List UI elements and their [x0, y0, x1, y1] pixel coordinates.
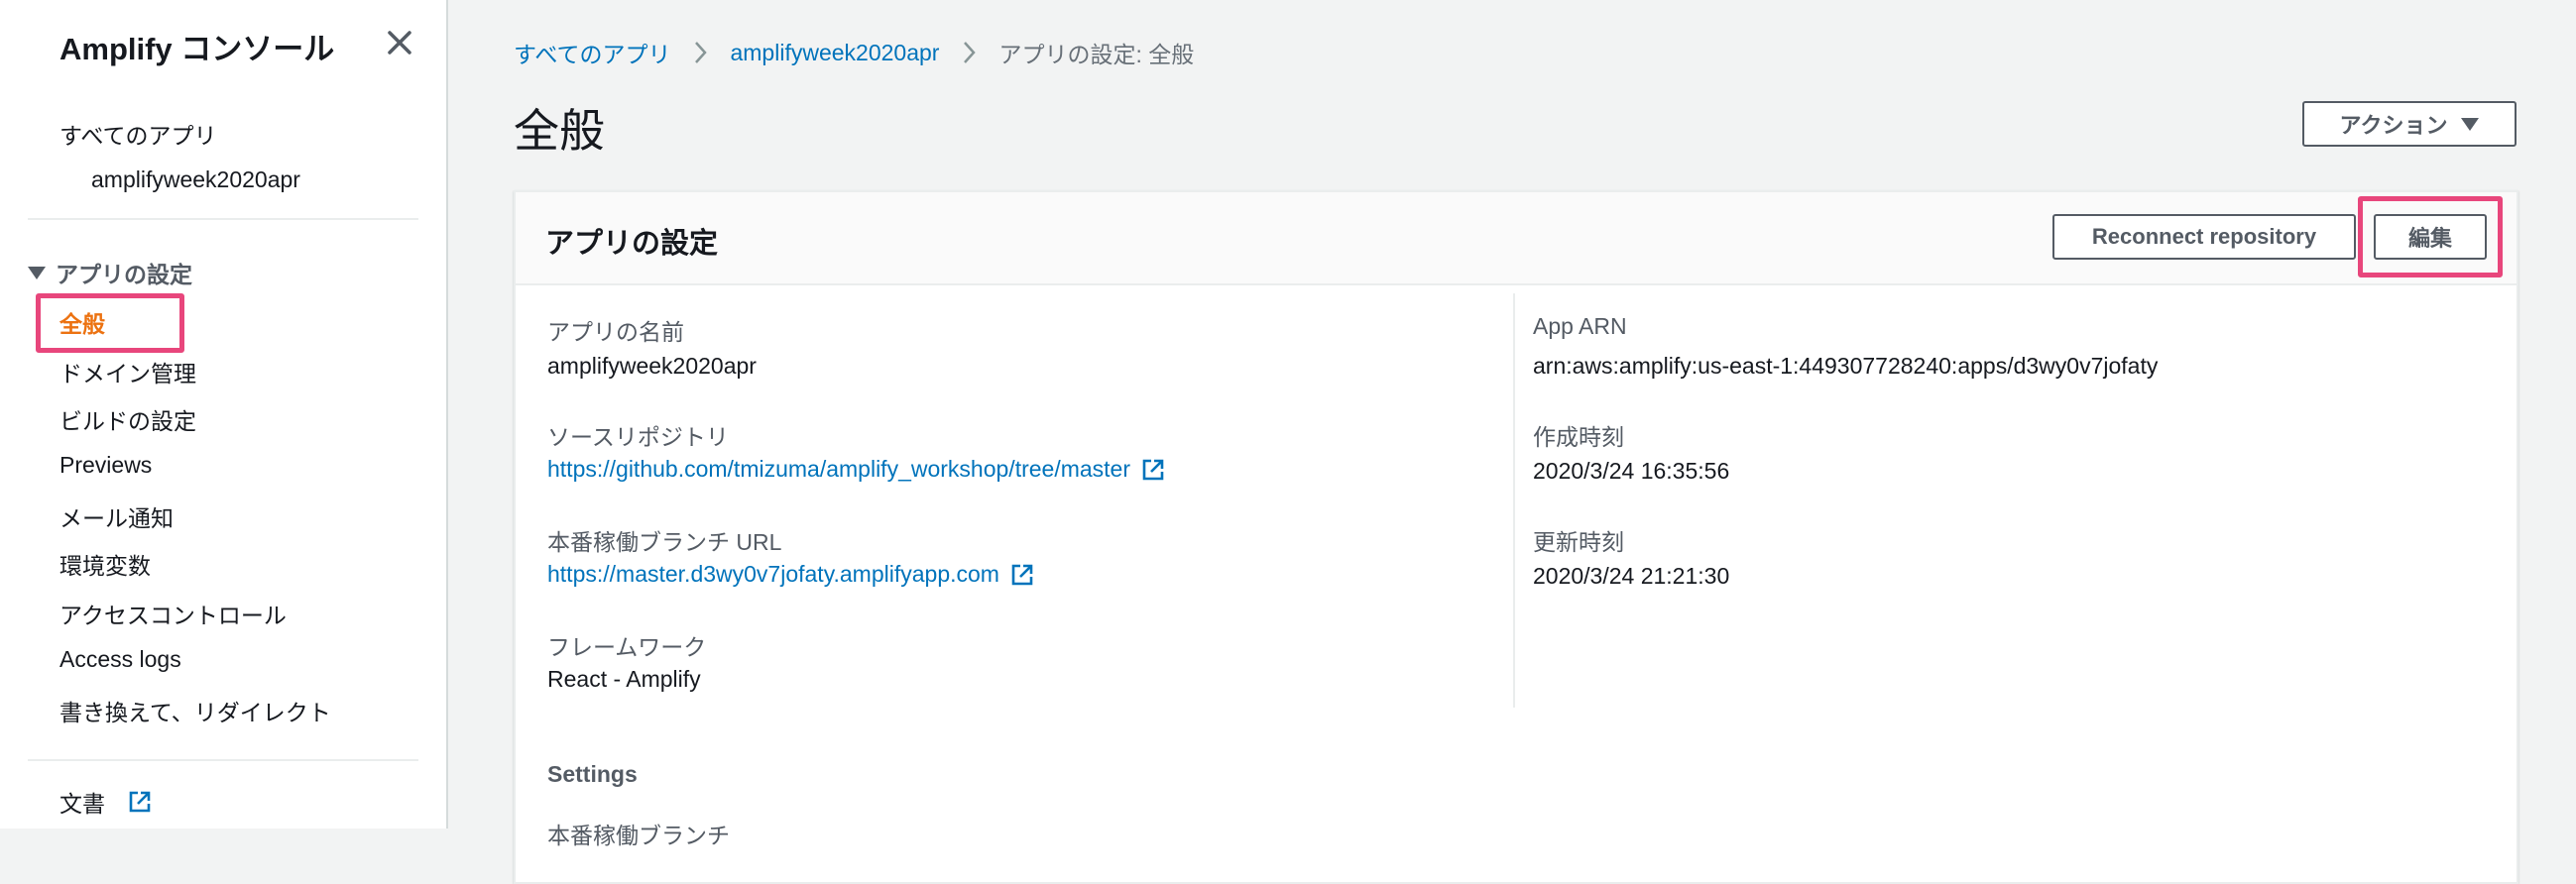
panel-header: アプリの設定 Reconnect repository 編集 — [516, 192, 2517, 285]
prod-url-link[interactable]: https://master.d3wy0v7jofaty.amplifyapp.… — [547, 561, 1035, 588]
sidebar-item-build[interactable]: ビルドの設定 — [59, 402, 196, 436]
highlight-box-edit — [2358, 196, 2503, 277]
column-divider — [1513, 293, 1515, 708]
settings-heading: Settings — [547, 761, 638, 787]
actions-dropdown-button[interactable]: アクション — [2302, 101, 2517, 147]
prod-url-label: 本番稼働ブランチ URL — [547, 529, 782, 555]
panel-title: アプリの設定 — [545, 228, 719, 260]
reconnect-repository-button[interactable]: Reconnect repository — [2052, 214, 2356, 260]
updated-label: 更新時刻 — [1533, 529, 1624, 555]
chevron-right-icon — [964, 42, 977, 63]
app-name-label: アプリの名前 — [547, 319, 684, 345]
app-settings-panel: アプリの設定 Reconnect repository 編集 アプリの名前 am… — [514, 190, 2518, 884]
sidebar-docs-label: 文書 — [59, 791, 105, 817]
sidebar-item-all-apps[interactable]: すべてのアプリ — [59, 117, 216, 151]
sidebar-item-env-vars[interactable]: 環境変数 — [59, 547, 151, 581]
page-title: 全般 — [514, 105, 605, 157]
chevron-right-icon — [695, 42, 708, 63]
framework-value: React - Amplify — [547, 666, 701, 692]
highlight-box-general — [36, 293, 184, 353]
close-icon[interactable] — [381, 24, 418, 61]
sidebar-item-previews[interactable]: Previews — [59, 452, 152, 479]
external-link-icon — [1011, 564, 1033, 585]
sidebar-divider — [28, 759, 418, 761]
caret-down-icon — [28, 266, 46, 279]
sidebar-item-access-control[interactable]: アクセスコントロール — [59, 597, 287, 630]
breadcrumb-current: アプリの設定: 全般 — [998, 42, 1195, 67]
sidebar-item-email[interactable]: メール通知 — [59, 499, 174, 533]
sidebar-item-domain[interactable]: ドメイン管理 — [59, 355, 196, 388]
repo-link[interactable]: https://github.com/tmizuma/amplify_works… — [547, 456, 1166, 483]
breadcrumb: すべてのアプリ amplifyweek2020apr アプリの設定: 全般 — [514, 36, 1194, 69]
caret-down-icon — [2461, 117, 2480, 131]
repo-label: ソースリポジトリ — [547, 424, 729, 450]
actions-button-label: アクション — [2339, 113, 2448, 138]
external-link-icon — [129, 791, 151, 813]
sidebar: Amplify コンソール すべてのアプリ amplifyweek2020apr… — [0, 0, 448, 829]
repo-link-text: https://github.com/tmizuma/amplify_works… — [547, 456, 1131, 482]
sidebar-title: Amplify コンソール — [59, 32, 335, 66]
framework-label: フレームワーク — [547, 634, 707, 660]
external-link-icon — [1142, 459, 1164, 480]
app-name-value: amplifyweek2020apr — [547, 353, 757, 379]
breadcrumb-all-apps[interactable]: すべてのアプリ — [514, 36, 670, 69]
created-label: 作成時刻 — [1533, 424, 1624, 450]
sidebar-item-docs[interactable]: 文書 — [59, 785, 153, 819]
sidebar-divider — [28, 218, 418, 220]
sidebar-item-app[interactable]: amplifyweek2020apr — [91, 166, 300, 193]
prod-url-link-text: https://master.d3wy0v7jofaty.amplifyapp.… — [547, 561, 999, 587]
breadcrumb-app[interactable]: amplifyweek2020apr — [730, 40, 939, 66]
created-value: 2020/3/24 16:35:56 — [1533, 458, 1730, 484]
sidebar-section-app-settings[interactable]: アプリの設定 — [28, 256, 192, 289]
app-arn-value: arn:aws:amplify:us-east-1:449307728240:a… — [1533, 353, 2159, 379]
app-arn-label: App ARN — [1533, 313, 1627, 339]
sidebar-item-access-logs[interactable]: Access logs — [59, 646, 181, 673]
sidebar-item-rewrites[interactable]: 書き換えて、リダイレクト — [59, 694, 331, 727]
production-branch-label: 本番稼働ブランチ — [547, 823, 730, 848]
sidebar-section-label: アプリの設定 — [56, 262, 192, 287]
updated-value: 2020/3/24 21:21:30 — [1533, 563, 1730, 589]
